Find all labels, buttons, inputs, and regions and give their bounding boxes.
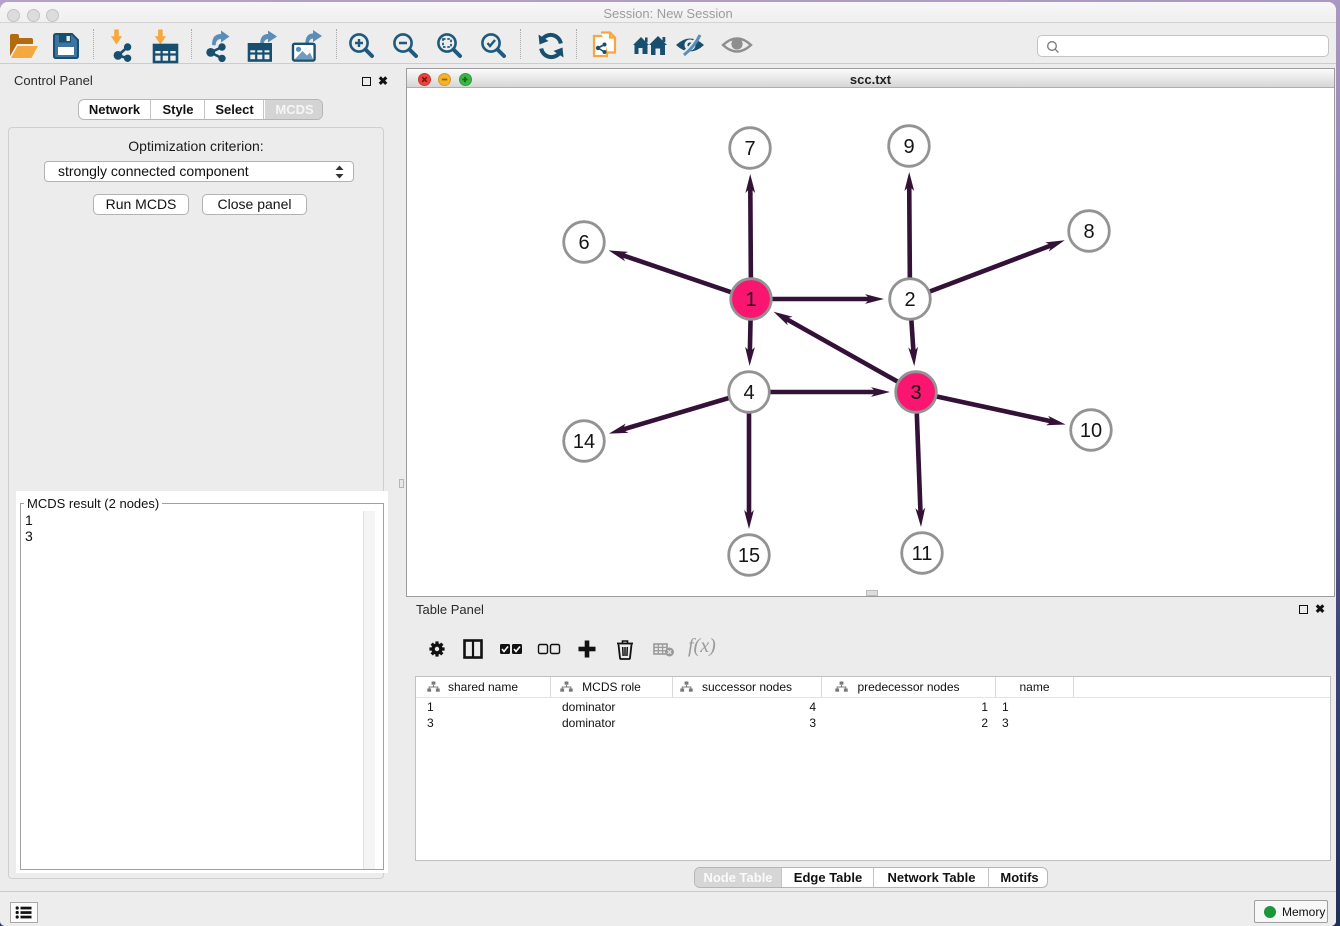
- svg-text:2: 2: [904, 289, 915, 311]
- svg-text:11: 11: [912, 543, 933, 565]
- svg-text:8: 8: [1083, 221, 1094, 243]
- svg-text:1: 1: [745, 289, 756, 311]
- svg-text:15: 15: [738, 545, 760, 567]
- svg-text:14: 14: [573, 431, 595, 453]
- svg-text:10: 10: [1080, 420, 1102, 442]
- svg-text:4: 4: [743, 382, 754, 404]
- svg-text:7: 7: [744, 138, 755, 160]
- svg-text:9: 9: [903, 136, 914, 158]
- svg-text:3: 3: [910, 382, 921, 404]
- svg-text:6: 6: [578, 232, 589, 254]
